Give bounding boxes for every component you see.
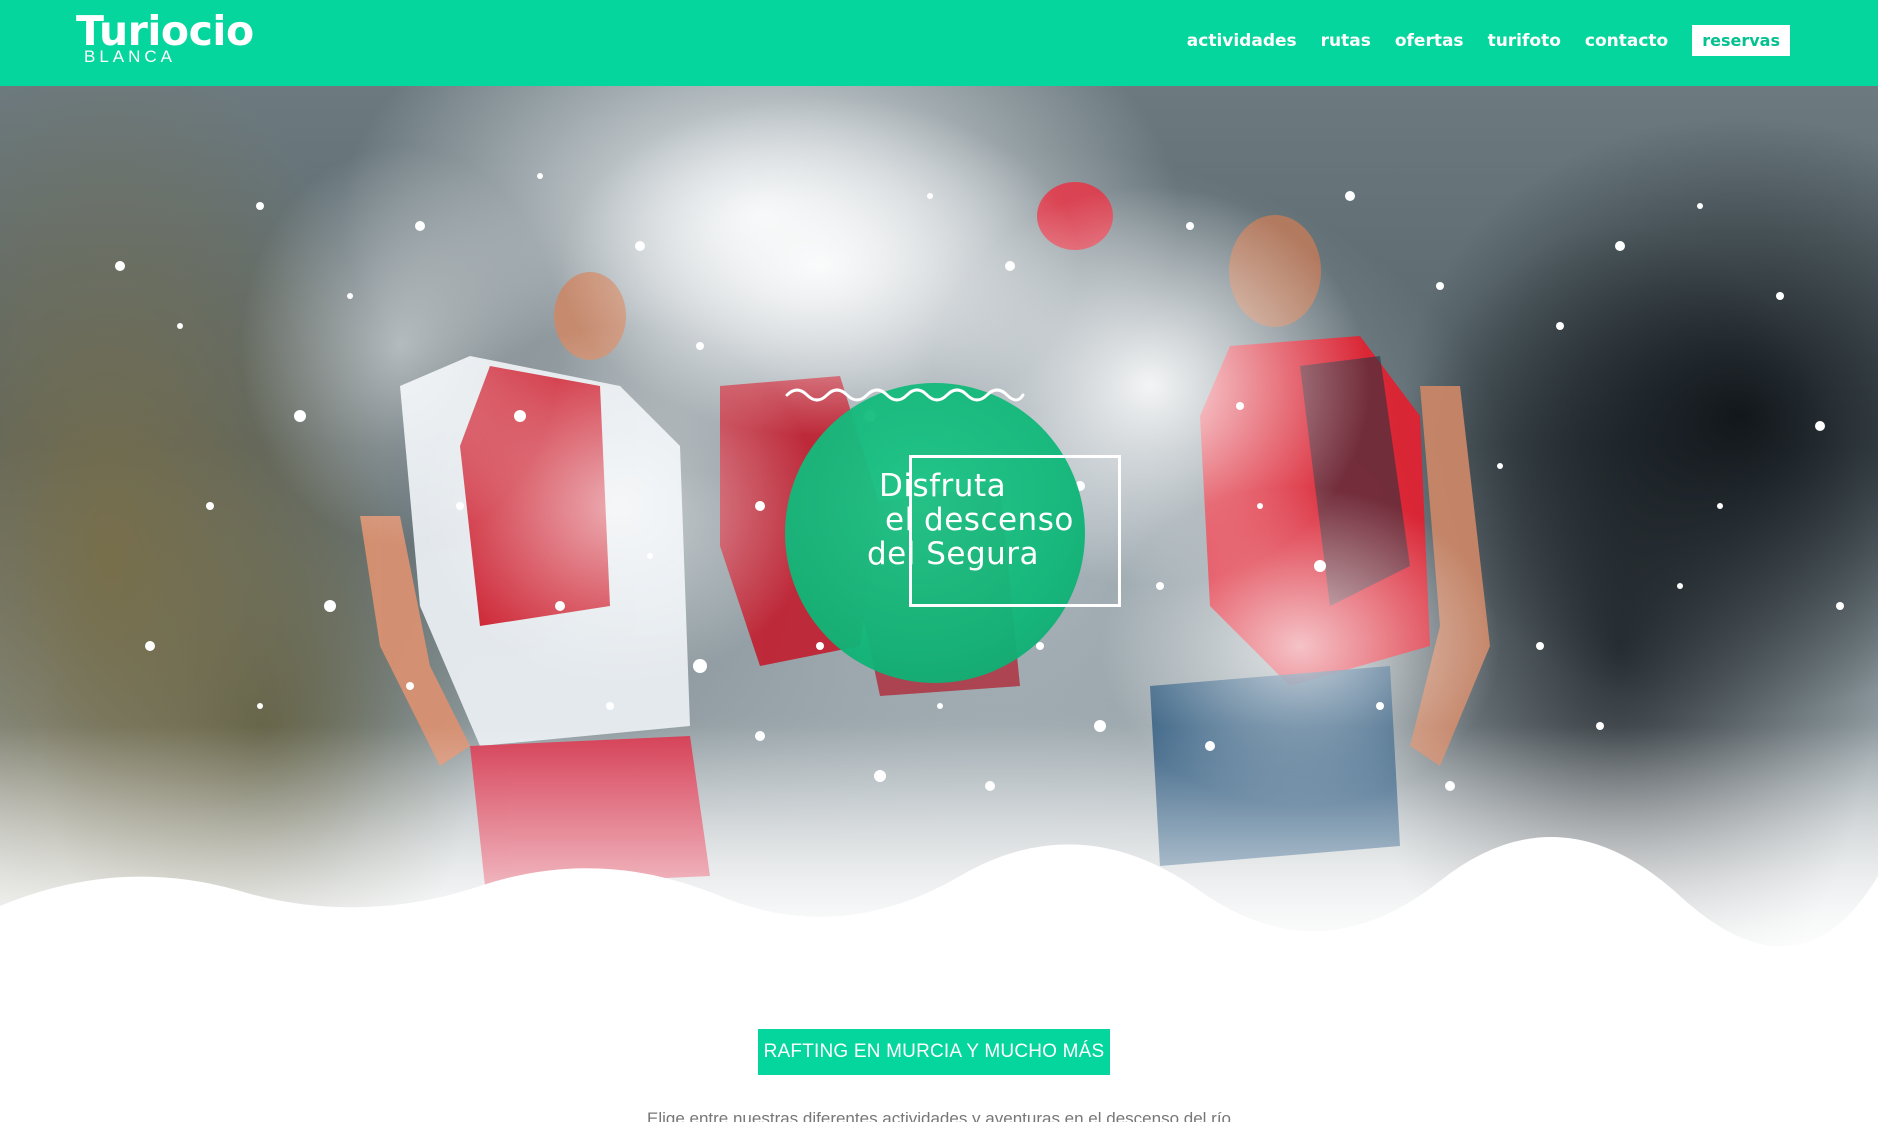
main-nav: actividades rutas ofertas turifoto conta… <box>1163 25 1790 56</box>
site-header: Turiocio BLANCA actividades rutas oferta… <box>0 0 1878 86</box>
wave-icon <box>785 388 1025 402</box>
hero-emblem: Disfruta el descenso del Segura <box>785 383 1121 683</box>
nav-item-rutas[interactable]: rutas <box>1321 26 1371 56</box>
nav-item-contacto[interactable]: contacto <box>1585 26 1668 56</box>
site-logo[interactable]: Turiocio BLANCA <box>76 8 254 66</box>
emblem-line-1: Disfruta <box>879 468 1007 504</box>
emblem-line-3: del Segura <box>867 536 1040 572</box>
hero-photo: Disfruta el descenso del Segura <box>0 86 1878 986</box>
intro-text: Elige entre nuestras diferentes activida… <box>646 1109 1231 1122</box>
nav-item-turifoto[interactable]: turifoto <box>1488 26 1561 56</box>
tagline-badge: RAFTING EN MURCIA Y MUCHO MÁS <box>758 1029 1110 1075</box>
nav-item-actividades[interactable]: actividades <box>1187 26 1297 56</box>
emblem-line-2: el descenso <box>885 502 1074 538</box>
reservas-button[interactable]: reservas <box>1692 25 1790 56</box>
nav-item-ofertas[interactable]: ofertas <box>1395 26 1464 56</box>
